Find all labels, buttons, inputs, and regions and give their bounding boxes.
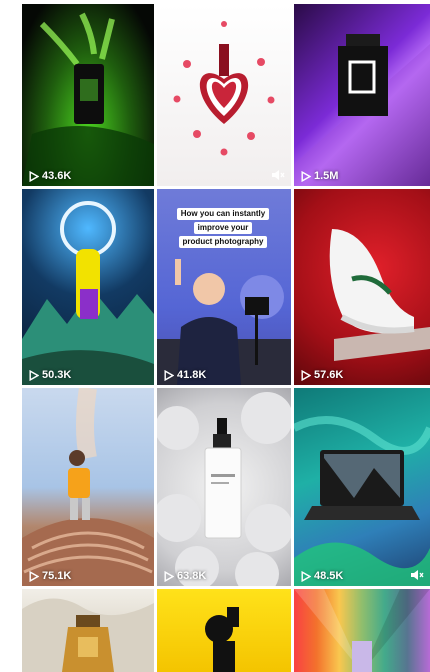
caption-line-3: product photography (178, 236, 268, 248)
thumbnail-perfume-gold (22, 598, 154, 672)
video-tile-purple-bottle[interactable]: 1.5M (294, 4, 430, 186)
view-count-label: 48.5K (314, 570, 344, 582)
view-count: 1.5M (300, 170, 338, 182)
play-icon (301, 570, 311, 582)
video-tile-rainbow[interactable] (294, 589, 430, 672)
play-icon (164, 369, 174, 381)
thumbnail-purple-bottle (294, 34, 430, 186)
thumbnail-sneaker-red (329, 229, 430, 361)
view-count: 43.6K (28, 170, 71, 182)
video-tile-man-camera[interactable]: How you can instantly improve your produ… (157, 189, 291, 385)
video-caption: How you can instantly improve your produ… (171, 208, 275, 248)
view-count: 57.6K (300, 369, 343, 381)
video-tile-green-bottle[interactable]: 43.6K (22, 4, 154, 186)
view-count-label: 41.8K (177, 369, 207, 381)
play-icon (29, 369, 39, 381)
play-icon (29, 170, 39, 182)
thumbnail-camera-yellow (205, 607, 239, 672)
play-icon (164, 570, 174, 582)
thumbnail-figure-sand (22, 388, 154, 586)
play-icon (301, 369, 311, 381)
view-count-label: 63.8K (177, 570, 207, 582)
video-tile-serum-bottle[interactable]: 63.8K (157, 388, 291, 586)
video-tile-figure-sand[interactable]: 75.1K (22, 388, 154, 586)
thumbnail-green-bottle (22, 12, 154, 186)
view-count: 41.8K (163, 369, 206, 381)
thumbnail-serum-bottle (157, 392, 291, 586)
view-count: 48.5K (300, 570, 343, 582)
thumbnail-laptop-waves (294, 416, 430, 586)
view-count: 50.3K (28, 369, 71, 381)
caption-line-1: How you can instantly (176, 208, 270, 220)
thumbnail-astronaut-mountains (22, 201, 154, 385)
video-tile-perfume-gold[interactable] (22, 589, 154, 672)
caption-line-2: improve your (193, 222, 253, 234)
mute-icon[interactable] (410, 569, 424, 581)
view-count-label: 43.6K (42, 170, 72, 182)
view-count-label: 57.6K (314, 369, 344, 381)
video-tile-lipstick-hearts[interactable] (157, 4, 291, 186)
video-tile-astronaut-mountains[interactable]: 50.3K (22, 189, 154, 385)
thumbnail-lipstick-hearts (173, 21, 275, 156)
thumbnail-rainbow (294, 589, 430, 672)
play-icon (29, 570, 39, 582)
view-count: 63.8K (163, 570, 206, 582)
view-count: 75.1K (28, 570, 71, 582)
view-count-label: 1.5M (314, 170, 339, 182)
video-grid: 43.6K 1.5M 50.3K How you can instantly i… (22, 4, 430, 672)
video-tile-camera-yellow[interactable] (157, 589, 291, 672)
video-tile-laptop-waves[interactable]: 48.5K (294, 388, 430, 586)
mute-icon[interactable] (271, 169, 285, 181)
view-count-label: 50.3K (42, 369, 72, 381)
play-icon (301, 170, 311, 182)
view-count-label: 75.1K (42, 570, 72, 582)
video-tile-sneaker-red[interactable]: 57.6K (294, 189, 430, 385)
